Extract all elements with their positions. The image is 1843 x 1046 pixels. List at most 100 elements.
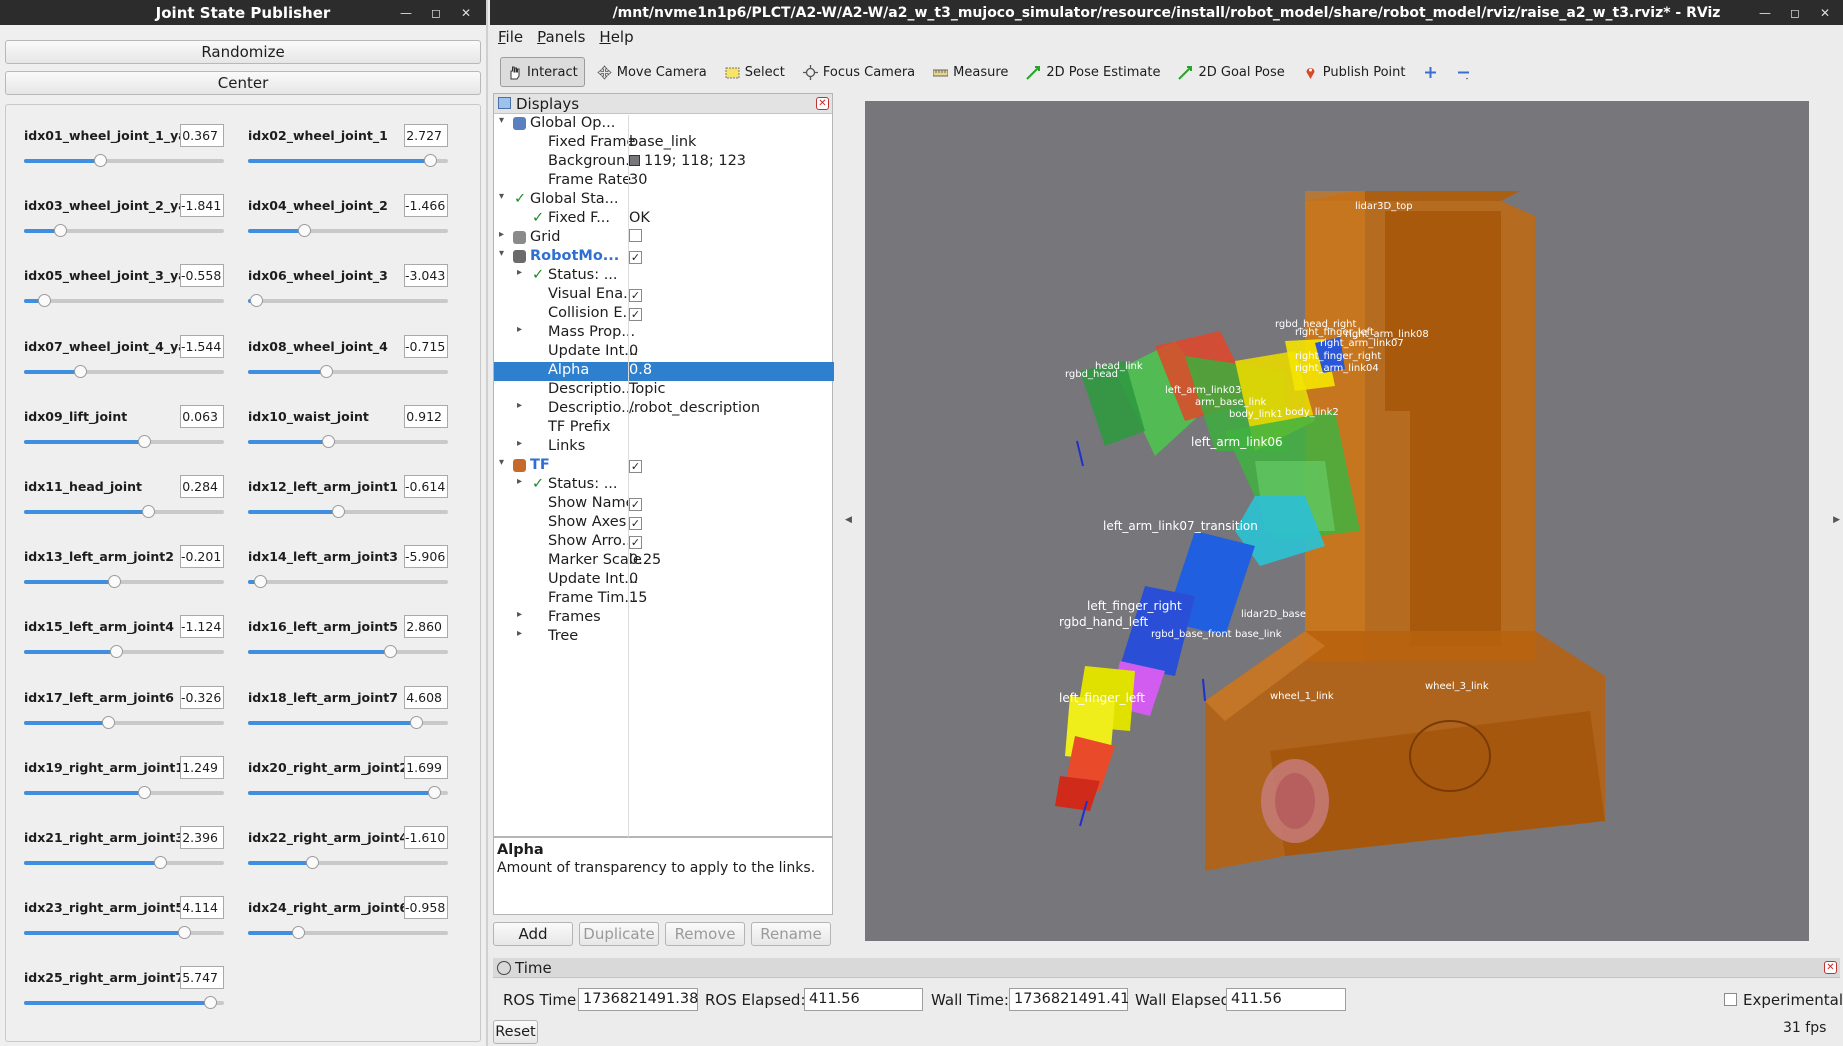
expand-arrow-icon[interactable]: ▸ xyxy=(517,400,522,411)
property-row[interactable]: Fixed Frame base_link xyxy=(494,134,834,153)
property-row[interactable]: ▾ ✓ Global Sta... xyxy=(494,191,834,210)
slider-handle[interactable] xyxy=(154,856,167,869)
menu-panels[interactable]: Panels xyxy=(537,28,585,46)
joint-value-field[interactable]: 2.396 xyxy=(180,826,224,849)
slider-handle[interactable] xyxy=(38,294,51,308)
joint-value-field[interactable]: 1.699 xyxy=(404,755,448,779)
randomize-button[interactable]: Randomize xyxy=(5,40,481,64)
slider-track[interactable] xyxy=(248,505,448,518)
joint-value-field[interactable]: 4.608 xyxy=(404,685,448,709)
property-row[interactable]: ▸ Mass Prop... xyxy=(494,324,834,343)
property-row[interactable]: Frame Rate 30 xyxy=(494,172,834,191)
color-swatch[interactable] xyxy=(629,155,640,166)
joint-value-field[interactable]: 0.912 xyxy=(404,404,448,428)
joint-value-field[interactable]: 5.747 xyxy=(180,966,224,990)
property-row[interactable]: ▸ Links xyxy=(494,438,834,457)
wall-time-field[interactable]: 1736821491.41 xyxy=(1009,988,1129,1011)
slider-track[interactable] xyxy=(248,856,448,869)
add-tool-button[interactable] xyxy=(1417,57,1444,87)
joint-value-field[interactable]: -1.124 xyxy=(180,615,224,639)
enable-checkbox[interactable]: ✓ xyxy=(629,517,642,530)
slider-handle[interactable] xyxy=(250,294,263,308)
property-row[interactable]: Alpha 0.8 xyxy=(494,362,834,381)
maximize-icon[interactable]: ◻ xyxy=(426,3,446,23)
expand-arrow-icon[interactable]: ▸ xyxy=(517,267,522,278)
collapse-left-icon[interactable]: ◀ xyxy=(845,515,852,525)
tool-move-camera[interactable]: Move Camera xyxy=(591,57,713,87)
duplicate-button[interactable]: Duplicate xyxy=(579,922,659,946)
property-row[interactable]: Descriptio... Topic xyxy=(494,381,834,400)
property-row[interactable]: Marker Scale 0.25 xyxy=(494,552,834,571)
slider-handle[interactable] xyxy=(74,364,87,378)
ros-time-field[interactable]: 1736821491.38 xyxy=(578,988,698,1011)
joint-value-field[interactable]: 0.284 xyxy=(180,475,224,498)
slider-track[interactable] xyxy=(24,364,224,378)
joint-value-field[interactable]: 2.860 xyxy=(404,615,448,639)
enable-checkbox[interactable]: ✓ xyxy=(629,460,642,473)
joint-value-field[interactable]: -1.841 xyxy=(180,194,224,218)
slider-track[interactable] xyxy=(24,154,224,167)
property-row[interactable]: Update Int... 0 xyxy=(494,343,834,362)
property-row[interactable]: ▸ Tree xyxy=(494,628,834,647)
tool-measure[interactable]: Measure xyxy=(927,57,1014,87)
slider-track[interactable] xyxy=(24,575,224,589)
center-button[interactable]: Center xyxy=(5,71,481,95)
property-row[interactable]: Show Names ✓ xyxy=(494,495,834,514)
joint-value-field[interactable]: 0.367 xyxy=(180,124,224,147)
joint-value-field[interactable]: 2.727 xyxy=(404,124,448,147)
slider-handle[interactable] xyxy=(138,785,151,799)
property-row[interactable]: Backgroun... 119; 118; 123 xyxy=(494,153,834,172)
property-row[interactable]: ▸ Descriptio.../robot_description xyxy=(494,400,834,419)
slider-track[interactable] xyxy=(248,715,448,729)
menu-help[interactable]: Help xyxy=(599,28,633,46)
tool-select[interactable]: Select xyxy=(719,57,791,87)
slider-handle[interactable] xyxy=(94,154,107,167)
expand-arrow-icon[interactable]: ▸ xyxy=(517,609,522,620)
joint-value-field[interactable]: -1.610 xyxy=(404,826,448,849)
joint-value-field[interactable]: -1.544 xyxy=(180,334,224,358)
joint-value-field[interactable]: 0.063 xyxy=(180,404,224,428)
slider-track[interactable] xyxy=(24,434,224,448)
joint-value-field[interactable]: -0.614 xyxy=(404,475,448,498)
slider-track[interactable] xyxy=(24,856,224,869)
joint-value-field[interactable]: -3.043 xyxy=(404,264,448,288)
wall-elapsed-field[interactable]: 411.56 xyxy=(1226,988,1346,1011)
property-row[interactable]: ▸ ✓ Status: ... xyxy=(494,476,834,495)
expand-arrow-icon[interactable]: ▾ xyxy=(499,115,504,126)
expand-arrow-icon[interactable]: ▾ xyxy=(499,248,504,259)
slider-handle[interactable] xyxy=(332,505,345,518)
slider-handle[interactable] xyxy=(322,434,335,448)
slider-handle[interactable] xyxy=(410,715,423,729)
experimental-checkbox[interactable] xyxy=(1724,993,1737,1006)
expand-arrow-icon[interactable]: ▸ xyxy=(517,438,522,449)
slider-track[interactable] xyxy=(248,926,448,940)
slider-track[interactable] xyxy=(24,926,224,940)
slider-track[interactable] xyxy=(248,434,448,448)
expand-arrow-icon[interactable]: ▸ xyxy=(517,324,522,335)
enable-checkbox[interactable] xyxy=(629,229,642,242)
property-row[interactable]: Update Int... 0 xyxy=(494,571,834,590)
slider-handle[interactable] xyxy=(424,154,437,167)
expand-arrow-icon[interactable]: ▾ xyxy=(499,457,504,468)
property-row[interactable]: ▾ Global Op... xyxy=(494,115,834,134)
maximize-icon[interactable]: ◻ xyxy=(1785,3,1805,23)
expand-arrow-icon[interactable]: ▸ xyxy=(499,229,504,240)
tool-focus-camera[interactable]: Focus Camera xyxy=(797,57,921,87)
slider-track[interactable] xyxy=(24,224,224,238)
joint-value-field[interactable]: 1.249 xyxy=(180,755,224,779)
rename-button[interactable]: Rename xyxy=(751,922,831,946)
slider-handle[interactable] xyxy=(108,575,121,589)
slider-handle[interactable] xyxy=(306,856,319,869)
joint-value-field[interactable]: -0.558 xyxy=(180,264,224,288)
joint-value-field[interactable]: -0.958 xyxy=(404,896,448,920)
slider-track[interactable] xyxy=(248,294,448,308)
property-row[interactable]: ▸ Frames xyxy=(494,609,834,628)
joint-value-field[interactable]: -1.466 xyxy=(404,194,448,218)
joint-value-field[interactable]: 4.114 xyxy=(180,896,224,920)
property-row[interactable]: ▾ RobotMo... ✓ xyxy=(494,248,834,267)
slider-handle[interactable] xyxy=(254,575,267,589)
render-viewport[interactable]: lidar3D_top rgbd_head_right right_finger_l… xyxy=(865,101,1809,941)
tool-2d-goal-pose[interactable]: 2D Goal Pose xyxy=(1172,57,1290,87)
add-button[interactable]: Add xyxy=(493,922,573,946)
slider-handle[interactable] xyxy=(384,645,397,659)
